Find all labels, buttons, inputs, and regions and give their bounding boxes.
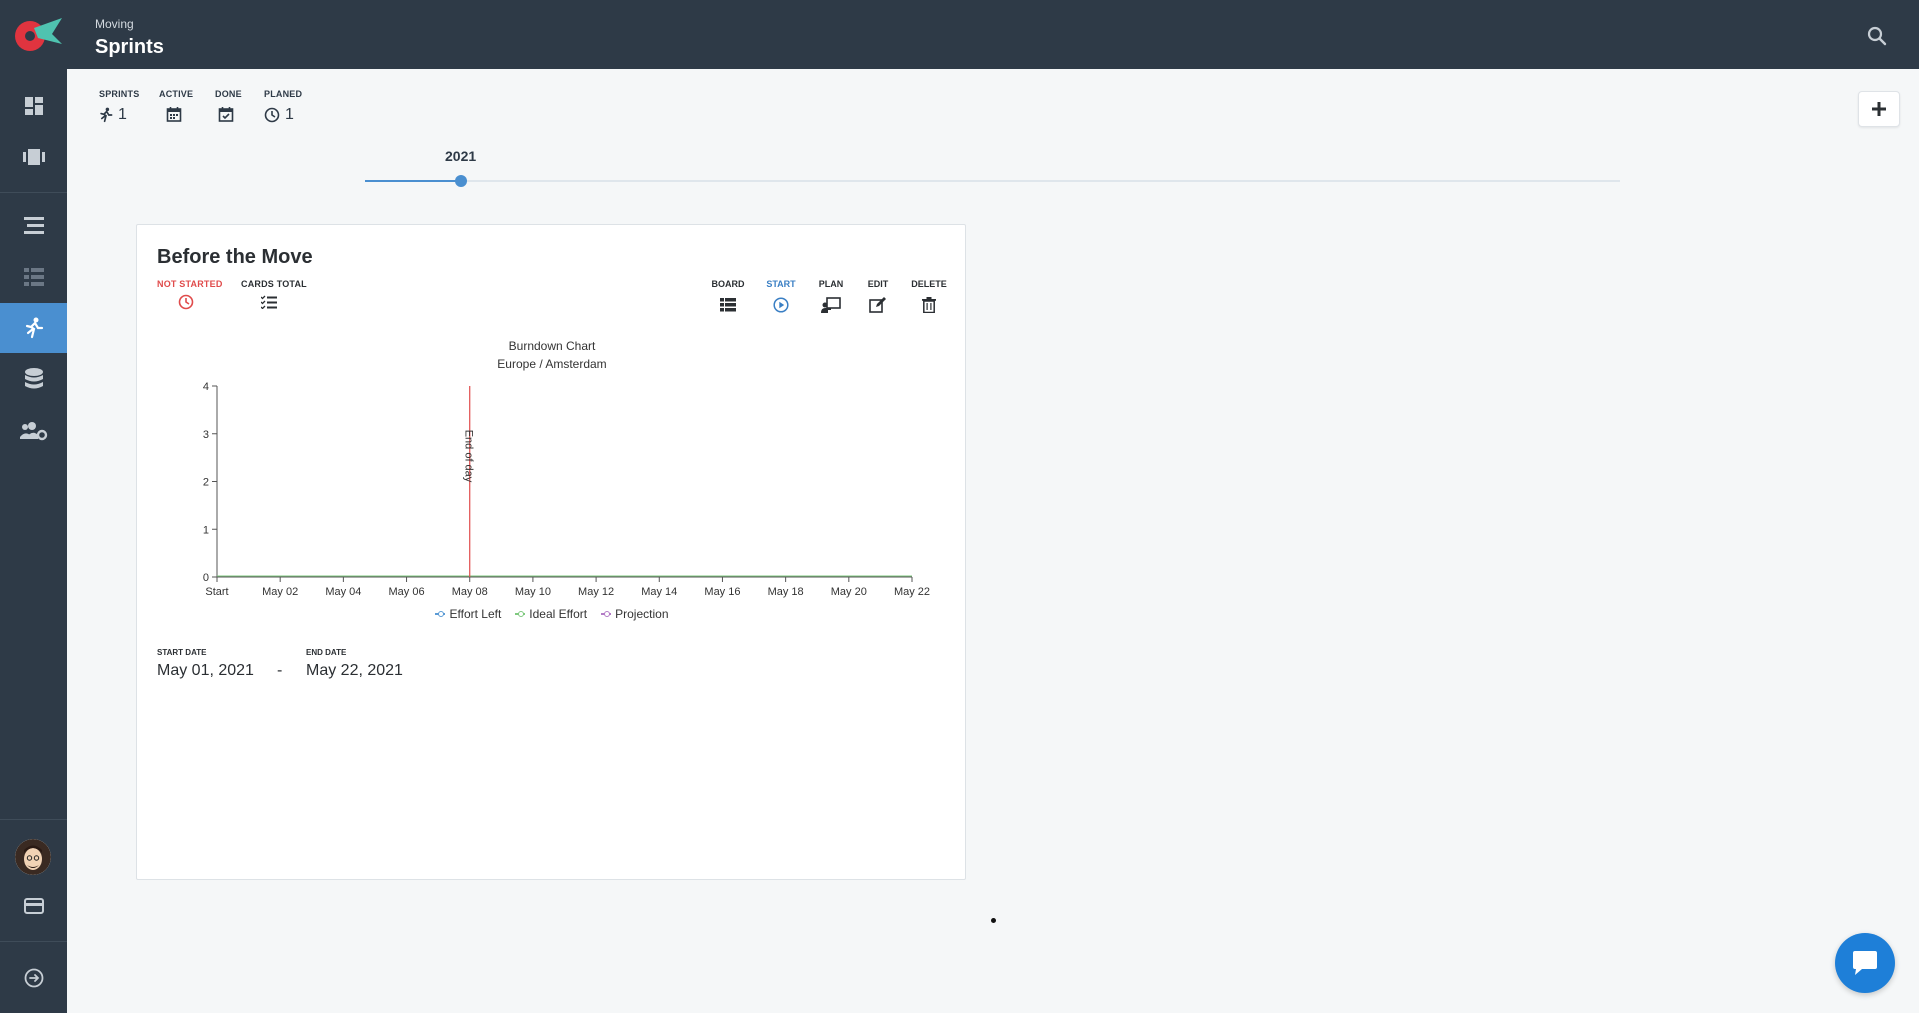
stat-planed-value: 1 <box>285 106 294 123</box>
start-date: May 01, 2021 <box>157 662 254 679</box>
x-tick-label: May 16 <box>704 586 740 598</box>
user-avatar[interactable] <box>15 839 51 875</box>
sidebar <box>0 69 67 1013</box>
sidebar-item-list[interactable] <box>0 252 67 302</box>
add-sprint-button[interactable] <box>1858 91 1900 127</box>
sidebar-item-logout[interactable] <box>0 953 67 1003</box>
y-tick-label: 4 <box>203 381 209 393</box>
project-name: Moving <box>95 17 134 31</box>
sidebar-item-billing[interactable] <box>0 881 67 931</box>
legend-swatch <box>601 611 612 617</box>
timeline-year: 2021 <box>445 148 477 164</box>
legend-projection[interactable]: Projection <box>601 607 669 621</box>
end-date-label: END DATE <box>306 648 347 657</box>
app-logo[interactable] <box>14 14 66 56</box>
legend-label: Effort Left <box>449 607 502 621</box>
sidebar-item-backlog[interactable] <box>0 201 67 251</box>
sprint-card: Before the Move NOT STARTED CARDS TOTAL … <box>136 224 966 880</box>
sidebar-divider <box>0 819 67 820</box>
y-tick-label: 3 <box>203 429 209 441</box>
x-tick-label: May 18 <box>768 586 804 598</box>
sidebar-item-team-settings[interactable] <box>0 406 67 456</box>
date-separator: - <box>277 662 283 679</box>
x-tick-label: May 10 <box>515 586 551 598</box>
chat-icon <box>1853 951 1877 975</box>
stat-planed-label: PLANED <box>264 89 303 99</box>
runner-icon <box>100 107 113 123</box>
chart-legend: Effort Left Ideal Effort Projection <box>137 607 967 621</box>
stat-active-label: ACTIVE <box>159 89 194 99</box>
runner-icon <box>25 317 43 339</box>
stat-sprints-label: SPRINTS <box>99 89 140 99</box>
legend-label: Ideal Effort <box>529 607 588 621</box>
x-tick-label: May 14 <box>641 586 677 598</box>
timeline-progress <box>365 180 461 182</box>
end-of-day-label: End of day <box>463 430 475 483</box>
plus-icon <box>1872 102 1886 116</box>
legend-swatch <box>515 611 526 617</box>
legend-ideal-effort[interactable]: Ideal Effort <box>515 607 587 621</box>
legend-swatch <box>435 611 446 617</box>
x-tick-label: May 06 <box>389 586 425 598</box>
x-tick-label: May 22 <box>894 586 930 598</box>
sidebar-item-dashboard[interactable] <box>0 81 67 131</box>
page-title: Sprints <box>95 36 164 58</box>
x-tick-label: May 08 <box>452 586 488 598</box>
sidebar-divider <box>0 192 67 193</box>
carousel-dot[interactable] <box>991 918 996 923</box>
users-cog-icon <box>19 422 47 441</box>
timeline-track[interactable] <box>365 180 1620 182</box>
dashboard-icon <box>24 97 43 115</box>
database-icon <box>24 368 43 389</box>
avatar-image <box>15 839 51 875</box>
x-tick-label: Start <box>205 586 228 598</box>
stat-sprints: 1 <box>99 106 127 124</box>
bars-icon <box>23 217 44 234</box>
y-tick-label: 0 <box>203 572 209 584</box>
calendar-icon <box>166 107 182 122</box>
stat-done <box>218 106 239 122</box>
search-icon[interactable] <box>1867 26 1887 46</box>
x-tick-label: May 02 <box>262 586 298 598</box>
x-tick-label: May 20 <box>831 586 867 598</box>
start-date-label: START DATE <box>157 648 207 657</box>
stat-done-label: DONE <box>215 89 242 99</box>
sidebar-item-sprints[interactable] <box>0 303 67 353</box>
sign-out-icon <box>24 968 43 988</box>
stat-sprints-value: 1 <box>118 106 127 123</box>
stat-active <box>166 106 187 122</box>
end-date: May 22, 2021 <box>306 662 403 679</box>
timeline-handle[interactable] <box>455 175 467 187</box>
burndown-chart: 0 1 2 3 4 Start May 02 May 04 May 06 May 08 May 10… <box>203 381 930 598</box>
sidebar-divider <box>0 941 67 942</box>
board-icon <box>22 149 45 165</box>
y-tick-label: 2 <box>203 477 209 489</box>
x-tick-label: May 04 <box>325 586 361 598</box>
list-icon <box>23 268 44 286</box>
chat-button[interactable] <box>1835 933 1895 993</box>
credit-card-icon <box>23 898 44 914</box>
stat-planed: 1 <box>264 106 294 124</box>
legend-effort-left[interactable]: Effort Left <box>435 607 501 621</box>
legend-label: Projection <box>615 607 669 621</box>
calendar-check-icon <box>218 107 234 122</box>
top-bar: Moving Sprints <box>0 0 1919 69</box>
clock-icon <box>264 107 280 123</box>
sidebar-item-database[interactable] <box>0 354 67 404</box>
x-tick-label: May 12 <box>578 586 614 598</box>
sidebar-item-boards[interactable] <box>0 132 67 182</box>
y-tick-label: 1 <box>203 524 209 536</box>
